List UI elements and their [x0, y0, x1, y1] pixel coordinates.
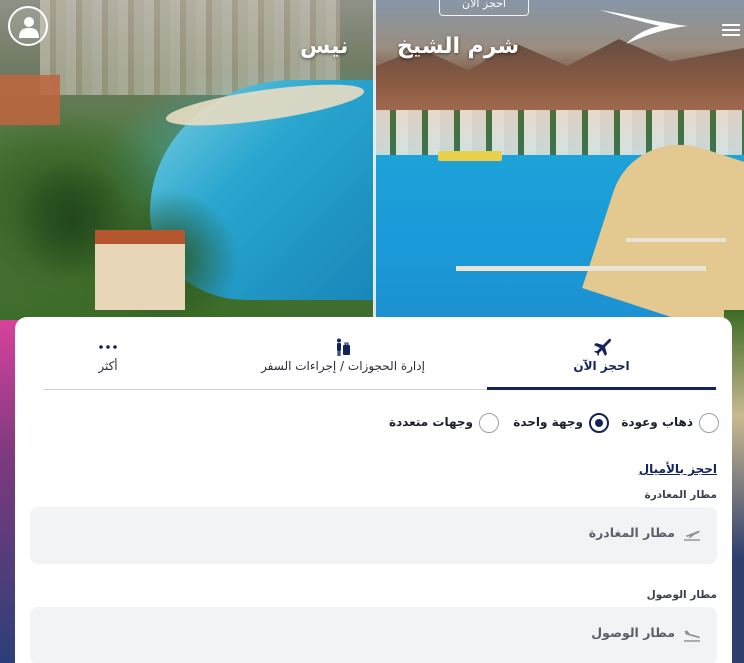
radio-circle[interactable]: [589, 413, 609, 433]
tab-label: إدارة الحجوزات / إجراءات السفر: [261, 359, 425, 373]
radio-label: وجهة واحدة: [513, 415, 583, 429]
city-label-sharm: شرم الشيخ: [397, 34, 520, 59]
departure-plane-icon: [684, 530, 700, 541]
arrival-field-label: مطار الوصول: [646, 589, 717, 601]
radio-label: ذهاب وعودة: [621, 415, 693, 429]
book-now-badge[interactable]: احجز الآن: [439, 0, 529, 16]
tab-manage-booking[interactable]: إدارة الحجوزات / إجراءات السفر: [223, 333, 463, 390]
airplane-icon: [593, 338, 611, 356]
radio-one-way[interactable]: وجهة واحدة: [509, 413, 609, 435]
booking-card: احجز الآن إدارة الحجوزات / إجراءات السفر…: [15, 317, 732, 663]
user-account-button[interactable]: [8, 6, 48, 46]
city-label-nice: نيس: [300, 34, 349, 59]
arrival-plane-icon: [684, 630, 700, 642]
departure-field-label: مطار المغادرة: [644, 489, 717, 501]
hamburger-menu-icon[interactable]: [722, 24, 740, 38]
radio-circle[interactable]: [479, 413, 499, 433]
tab-label: احجز الآن: [573, 359, 630, 373]
booking-tabs: احجز الآن إدارة الحجوزات / إجراءات السفر…: [43, 333, 716, 390]
tab-book-now[interactable]: احجز الآن: [487, 333, 716, 390]
radio-multi-city[interactable]: وجهات متعددة: [383, 413, 499, 435]
luggage-icon: [337, 338, 350, 356]
radio-label: وجهات متعددة: [388, 415, 473, 429]
trip-type-selector: ذهاب وعودة وجهة واحدة وجهات متعددة: [385, 413, 719, 435]
tab-more[interactable]: أكثر: [63, 333, 153, 390]
radio-circle[interactable]: [699, 413, 719, 433]
departure-placeholder: مطار المغادرة: [588, 525, 675, 540]
more-dots-icon: [99, 345, 117, 349]
hero-banner[interactable]: احجز الآن نيس شرم الشيخ: [0, 0, 744, 345]
departure-airport-input[interactable]: مطار المغادرة: [30, 507, 717, 564]
tab-label: أكثر: [98, 359, 118, 373]
arrival-placeholder: مطار الوصول: [591, 625, 675, 640]
user-icon: [19, 17, 39, 38]
radio-round-trip[interactable]: ذهاب وعودة: [619, 413, 719, 435]
arrival-airport-input[interactable]: مطار الوصول: [30, 607, 717, 663]
airline-logo-icon[interactable]: [598, 8, 690, 46]
hero-divider: [373, 0, 376, 345]
book-with-miles-link[interactable]: احجز بالأميال: [639, 462, 717, 476]
